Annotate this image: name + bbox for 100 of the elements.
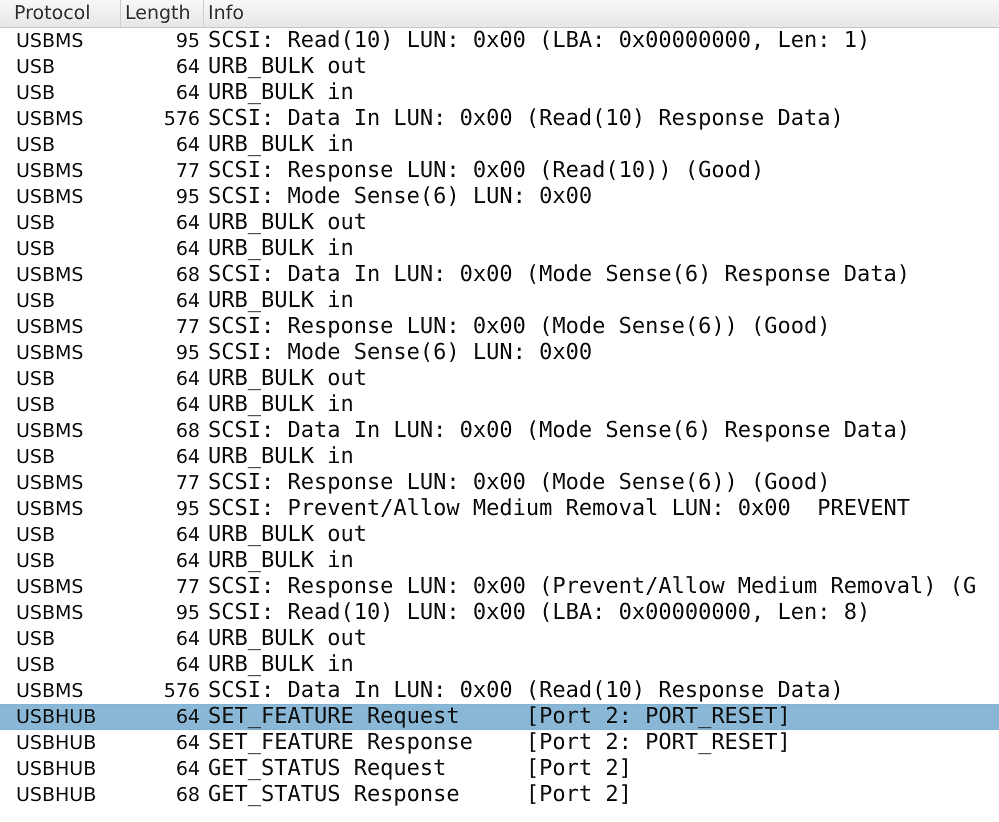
column-header[interactable]: Info	[204, 0, 999, 27]
length-cell-text: 77	[174, 318, 200, 336]
length-cell-text: 576	[162, 110, 200, 128]
length-cell-text: 64	[174, 656, 200, 674]
length-cell-text: 64	[174, 240, 200, 258]
protocol-cell-text: USB	[15, 58, 56, 76]
packet-row[interactable]: USBMS 95 SCSI: Read(10) LUN: 0x00 (LBA: 0x00000000, Len: 1)	[0, 28, 999, 54]
info-cell: SCSI: Response LUN: 0x00 (Mode Sense(6)) (Good)	[208, 472, 831, 494]
protocol-cell-text: USBMS	[15, 162, 84, 180]
length-cell-text: 64	[174, 526, 200, 544]
protocol-cell-text: USB	[15, 136, 56, 154]
packet-row[interactable]: USB 64 URB_BULK out	[0, 626, 999, 652]
protocol-cell-text: USBMS	[15, 266, 84, 284]
packet-row[interactable]: USB 64 URB_BULK in	[0, 652, 999, 678]
packet-row[interactable]: USB 64 URB_BULK in	[0, 288, 999, 314]
packet-row[interactable]: USB 64 URB_BULK in	[0, 80, 999, 106]
length-cell-text: 68	[174, 786, 200, 804]
length-cell-text: 95	[174, 604, 200, 622]
column-header[interactable]: Protocol	[0, 0, 121, 27]
length-cell-text: 64	[174, 370, 200, 388]
protocol-cell-text: USB	[15, 240, 56, 258]
protocol-cell-text: USB	[15, 448, 56, 466]
protocol-cell-text: USB	[15, 396, 56, 414]
packet-row[interactable]: USBMS 95 SCSI: Mode Sense(6) LUN: 0x00	[0, 184, 999, 210]
length-cell-text: 64	[174, 292, 200, 310]
packet-row[interactable]: USBHUB 64 SET_FEATURE Request [Port 2: PORT_RESET]	[0, 704, 999, 730]
length-cell-text: 95	[174, 188, 200, 206]
length-cell-text: 64	[174, 448, 200, 466]
info-cell: SCSI: Data In LUN: 0x00 (Read(10) Response Data)	[208, 108, 844, 130]
info-cell: SCSI: Response LUN: 0x00 (Read(10)) (Good)	[208, 160, 764, 182]
length-cell-text: 95	[174, 32, 200, 50]
info-cell: URB_BULK in	[208, 134, 354, 156]
length-cell-text: 77	[174, 162, 200, 180]
length-cell-text: 64	[174, 734, 200, 752]
info-cell: URB_BULK in	[208, 394, 354, 416]
packet-row[interactable]: USBMS 77 SCSI: Response LUN: 0x00 (Read(10)) (Good)	[0, 158, 999, 184]
protocol-cell-text: USBMS	[15, 474, 84, 492]
info-cell: SCSI: Read(10) LUN: 0x00 (LBA: 0x00000000, Len: 1)	[208, 30, 870, 52]
info-cell: SET_FEATURE Response [Port 2: PORT_RESET]	[208, 732, 791, 754]
protocol-cell-text: USBMS	[15, 344, 84, 362]
column-header[interactable]: Length	[121, 0, 204, 27]
length-cell-text: 64	[174, 708, 200, 726]
packet-row[interactable]: USBMS 576 SCSI: Data In LUN: 0x00 (Read(10) Response Data)	[0, 106, 999, 132]
info-cell: SCSI: Mode Sense(6) LUN: 0x00	[208, 186, 592, 208]
protocol-cell-text: USBHUB	[15, 734, 98, 752]
packet-row[interactable]: USBHUB 64 GET_STATUS Request [Port 2]	[0, 756, 999, 782]
protocol-cell-text: USBMS	[15, 188, 84, 206]
protocol-cell-text: USB	[15, 656, 56, 674]
info-cell: SCSI: Mode Sense(6) LUN: 0x00	[208, 342, 592, 364]
length-cell-text: 64	[174, 760, 200, 778]
length-cell-text: 64	[174, 84, 200, 102]
info-cell: SCSI: Prevent/Allow Medium Removal LUN: 0x00 PREVENT	[208, 498, 910, 520]
protocol-cell-text: USB	[15, 552, 56, 570]
packet-row[interactable]: USBMS 68 SCSI: Data In LUN: 0x00 (Mode Sense(6) Response Data)	[0, 418, 999, 444]
packet-row[interactable]: USB 64 URB_BULK out	[0, 522, 999, 548]
protocol-cell-text: USBMS	[15, 318, 84, 336]
packet-row[interactable]: USB 64 URB_BULK in	[0, 444, 999, 470]
packet-row[interactable]: USBMS 77 SCSI: Response LUN: 0x00 (Prevent/Allow Medium Removal) (G	[0, 574, 999, 600]
length-cell-text: 77	[174, 474, 200, 492]
protocol-cell-text: USBHUB	[15, 760, 98, 778]
protocol-cell-text: USBMS	[15, 32, 84, 50]
packet-row[interactable]: USBMS 95 SCSI: Read(10) LUN: 0x00 (LBA: 0x00000000, Len: 8)	[0, 600, 999, 626]
packet-row[interactable]: USBMS 576 SCSI: Data In LUN: 0x00 (Read(10) Response Data)	[0, 678, 999, 704]
info-cell: URB_BULK out	[208, 628, 367, 650]
packet-row[interactable]: USBMS 68 SCSI: Data In LUN: 0x00 (Mode Sense(6) Response Data)	[0, 262, 999, 288]
info-cell: GET_STATUS Response [Port 2]	[208, 784, 632, 806]
info-cell: SET_FEATURE Request [Port 2: PORT_RESET]	[208, 706, 791, 728]
packet-row[interactable]: USBHUB 64 SET_FEATURE Response [Port 2: PORT_RESET]	[0, 730, 999, 756]
packet-row[interactable]: USB 64 URB_BULK in	[0, 548, 999, 574]
packet-row[interactable]: USB 64 URB_BULK in	[0, 132, 999, 158]
packet-row[interactable]: USB 64 URB_BULK in	[0, 236, 999, 262]
info-cell: URB_BULK in	[208, 446, 354, 468]
protocol-cell-text: USB	[15, 292, 56, 310]
info-cell: GET_STATUS Request [Port 2]	[208, 758, 632, 780]
length-cell-text: 64	[174, 214, 200, 232]
info-cell: URB_BULK out	[208, 368, 367, 390]
packet-row[interactable]: USBMS 95 SCSI: Mode Sense(6) LUN: 0x00	[0, 340, 999, 366]
length-cell-text: 64	[174, 630, 200, 648]
packet-row[interactable]: USBMS 95 SCSI: Prevent/Allow Medium Removal LUN: 0x00 PREVENT	[0, 496, 999, 522]
info-cell: URB_BULK in	[208, 82, 354, 104]
info-cell: SCSI: Response LUN: 0x00 (Prevent/Allow Medium Removal) (G	[208, 576, 976, 598]
protocol-cell-text: USBHUB	[15, 708, 98, 726]
packet-row[interactable]: USB 64 URB_BULK out	[0, 54, 999, 80]
info-cell: URB_BULK out	[208, 524, 367, 546]
packet-row[interactable]: USBMS 77 SCSI: Response LUN: 0x00 (Mode Sense(6)) (Good)	[0, 470, 999, 496]
info-cell: URB_BULK out	[208, 212, 367, 234]
length-cell-text: 77	[174, 578, 200, 596]
protocol-cell-text: USBMS	[15, 500, 84, 518]
packet-row[interactable]: USB 64 URB_BULK in	[0, 392, 999, 418]
info-cell: SCSI: Data In LUN: 0x00 (Read(10) Response Data)	[208, 680, 844, 702]
length-cell-text: 64	[174, 552, 200, 570]
protocol-cell-text: USB	[15, 526, 56, 544]
info-cell: URB_BULK in	[208, 238, 354, 260]
info-cell: SCSI: Data In LUN: 0x00 (Mode Sense(6) Response Data)	[208, 264, 910, 286]
packet-row[interactable]: USB 64 URB_BULK out	[0, 366, 999, 392]
info-cell: URB_BULK in	[208, 550, 354, 572]
info-cell: URB_BULK in	[208, 290, 354, 312]
packet-row[interactable]: USBHUB 68 GET_STATUS Response [Port 2]	[0, 782, 999, 808]
packet-row[interactable]: USBMS 77 SCSI: Response LUN: 0x00 (Mode Sense(6)) (Good)	[0, 314, 999, 340]
packet-row[interactable]: USB 64 URB_BULK out	[0, 210, 999, 236]
